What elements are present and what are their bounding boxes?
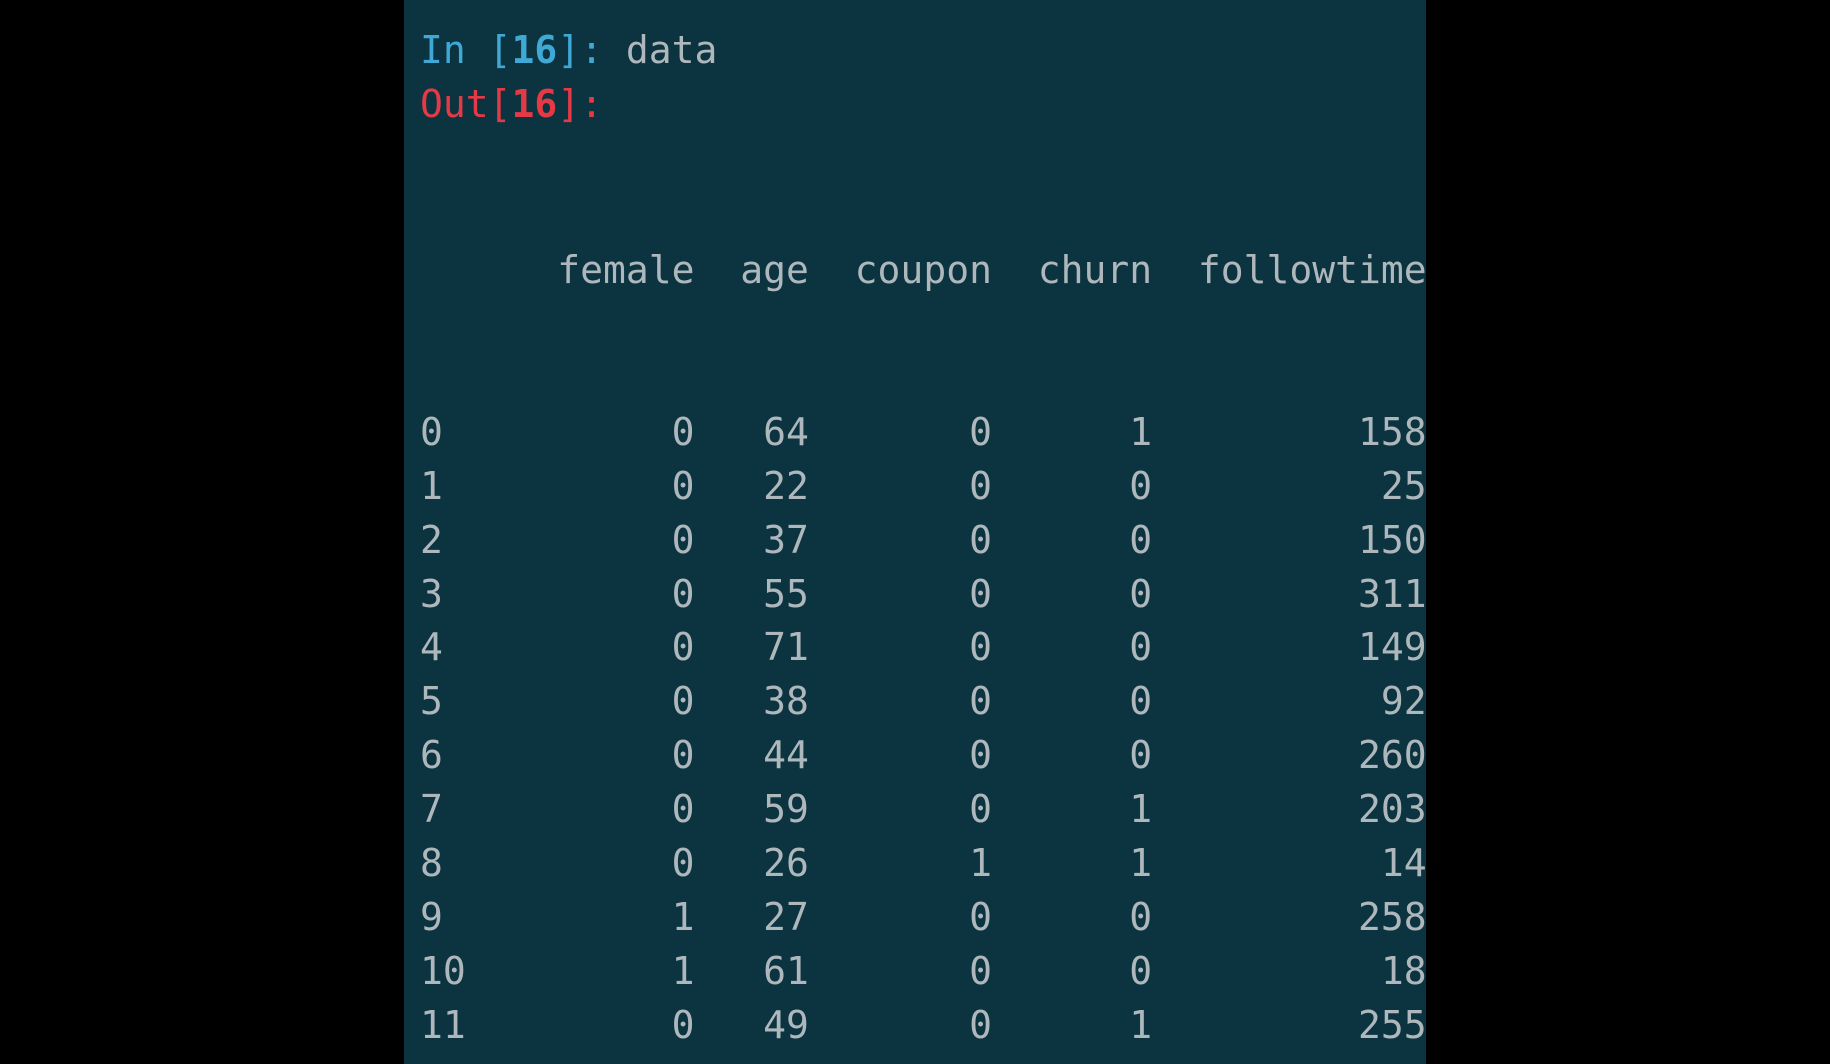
terminal-output: In [16]: data Out[16]: female age coupon… [404,0,1426,1064]
table-row: 11 0 49 0 1 255 [420,999,1410,1053]
input-prompt-line: In [16]: data [420,24,1410,78]
output-prompt-line: Out[16]: [420,78,1410,132]
table-row: 10 1 61 0 0 18 [420,945,1410,999]
in-prompt-close: ]: [557,28,626,72]
in-prompt-number: 16 [512,28,558,72]
table-row: 5 0 38 0 0 92 [420,675,1410,729]
dataframe-header-row: female age coupon churn followtime [420,244,1410,298]
out-prompt-number: 16 [512,82,558,126]
table-row: 7 0 59 0 1 203 [420,783,1410,837]
in-prompt-label: In [ [420,28,512,72]
table-row: 2 0 37 0 0 150 [420,514,1410,568]
table-row: 6 0 44 0 0 260 [420,729,1410,783]
dataframe-output: female age coupon churn followtime 0 0 6… [420,136,1410,1064]
table-row: 1 0 22 0 0 25 [420,460,1410,514]
table-row: 3 0 55 0 0 311 [420,568,1410,622]
command-text: data [626,28,718,72]
out-prompt-close: ]: [557,82,603,126]
table-row: 8 0 26 1 1 14 [420,837,1410,891]
table-row: 9 1 27 0 0 258 [420,891,1410,945]
table-row: 0 0 64 0 1 158 [420,406,1410,460]
out-prompt-label: Out[ [420,82,512,126]
table-row: 4 0 71 0 0 149 [420,621,1410,675]
